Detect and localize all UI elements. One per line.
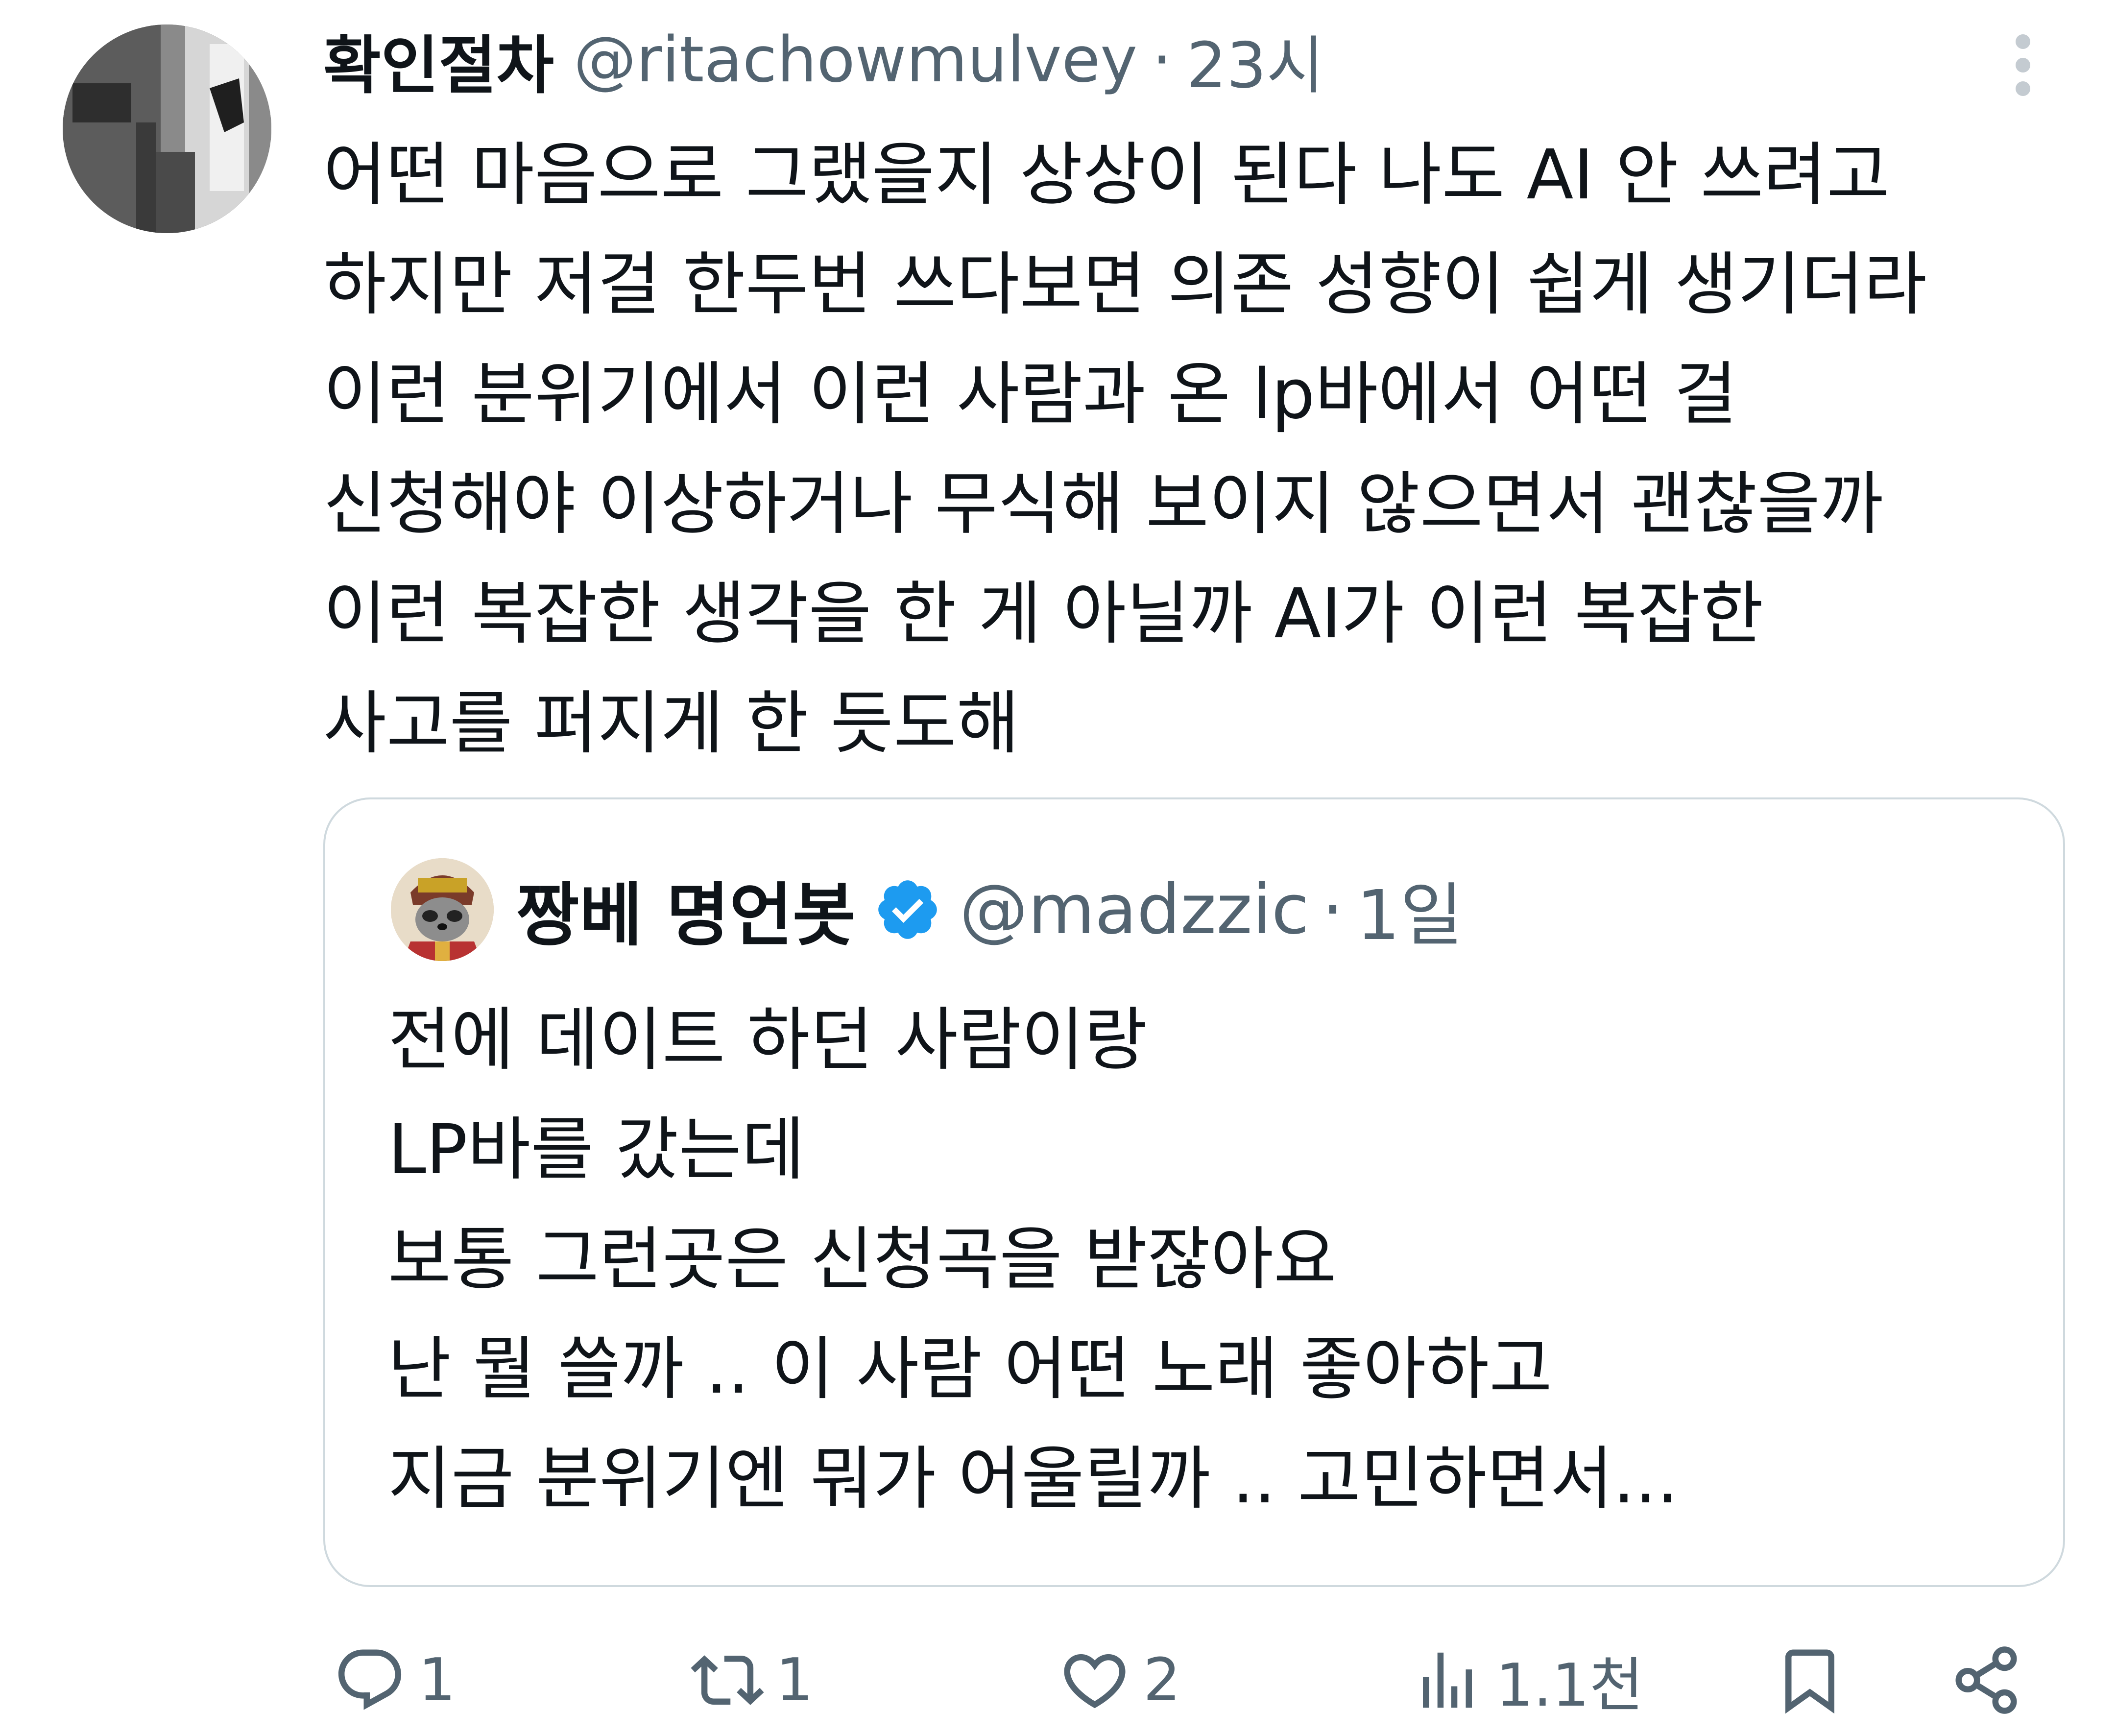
like-button[interactable]: 2	[1058, 1631, 1180, 1729]
tweet-header: 확인절차 @ritachowmulvey · 23시	[323, 21, 1324, 102]
bookmark-button[interactable]	[1773, 1631, 1847, 1729]
more-options-icon[interactable]	[2008, 34, 2038, 103]
retweet-icon	[691, 1655, 764, 1705]
views-count: 1.1천	[1496, 1652, 1644, 1720]
user-handle[interactable]: @ritachowmulvey	[574, 24, 1137, 96]
reply-icon	[338, 1649, 402, 1710]
share-button[interactable]	[1949, 1631, 2023, 1729]
quoted-text-line: 보통 그런곳은 신청곡을 받잖아요	[388, 1220, 1337, 1300]
quoted-text-line: 지금 분위기엔 뭐가 어울릴까 .. 고민하면서...	[388, 1439, 1679, 1519]
quoted-avatar[interactable]	[391, 858, 494, 961]
quoted-separator-dot: ·	[1322, 869, 1344, 950]
separator-dot: ·	[1152, 23, 1172, 96]
tweet-text-line: 어떤 마음으로 그랬을지 상상이 된다 나도 AI 안 쓰려고	[323, 135, 1890, 215]
share-icon	[1955, 1646, 2017, 1714]
quoted-text-line: 난 뭘 쓸까 .. 이 사람 어떤 노래 좋아하고	[388, 1329, 1553, 1409]
quoted-display-name[interactable]: 짱베 명언봇	[516, 860, 856, 959]
views-button[interactable]: 1.1천	[1411, 1631, 1643, 1729]
avatar[interactable]	[63, 24, 271, 233]
quoted-tweet[interactable]: 짱베 명언봇 @madzzic · 1일 전에 데이트 하던 사람이랑 LP바를…	[323, 797, 2065, 1587]
tweet-text: 어떤 마음으로 그랬을지 상상이 된다 나도 AI 안 쓰려고 하지만 저걸 한…	[323, 121, 2067, 779]
bookmark-icon	[1785, 1649, 1834, 1714]
retweet-count: 1	[776, 1646, 814, 1714]
tweet-text-line: 이런 분위기에서 이런 사람과 온 lp바에서 어떤 걸	[323, 355, 1737, 434]
retweet-button[interactable]: 1	[691, 1631, 813, 1729]
tweet-text-line: 신청해야 이상하거나 무식해 보이지 않으면서 괜찮을까	[323, 464, 1883, 544]
quoted-user-handle[interactable]: @madzzic	[960, 870, 1309, 950]
views-chart-icon	[1423, 1652, 1472, 1708]
heart-icon	[1064, 1654, 1126, 1709]
quoted-header: 짱베 명언봇 @madzzic · 1일	[516, 870, 1463, 956]
reply-button[interactable]: 1	[333, 1631, 456, 1729]
quoted-avatar-photo	[391, 858, 494, 961]
quoted-text-line: 전에 데이트 하던 사람이랑	[388, 1000, 1148, 1080]
verified-badge-icon	[878, 880, 937, 939]
quoted-text: 전에 데이트 하던 사람이랑 LP바를 갔는데 보통 그런곳은 신청곡을 받잖아…	[388, 986, 2004, 1534]
avatar-photo	[63, 24, 271, 233]
quoted-text-line: LP바를 갔는데	[388, 1110, 805, 1190]
quoted-timestamp[interactable]: 1일	[1356, 860, 1463, 959]
tweet-text-line: 하지만 저걸 한두번 쓰다보면 의존 성향이 쉽게 생기더라	[323, 245, 1927, 325]
tweet-text-line: 이런 복잡한 생각을 한 게 아닐까 AI가 이런 복잡한	[323, 574, 1764, 654]
like-count: 2	[1143, 1646, 1181, 1714]
action-bar: 1 1 2 1.1천	[0, 1631, 2116, 1729]
tweet-text-line: 사고를 퍼지게 한 듯도해	[323, 684, 1020, 764]
tweet: 확인절차 @ritachowmulvey · 23시 어떤 마음으로 그랬을지 …	[0, 0, 2116, 1736]
display-name[interactable]: 확인절차	[323, 15, 554, 105]
reply-count: 1	[418, 1646, 456, 1714]
timestamp[interactable]: 23시	[1187, 15, 1324, 105]
